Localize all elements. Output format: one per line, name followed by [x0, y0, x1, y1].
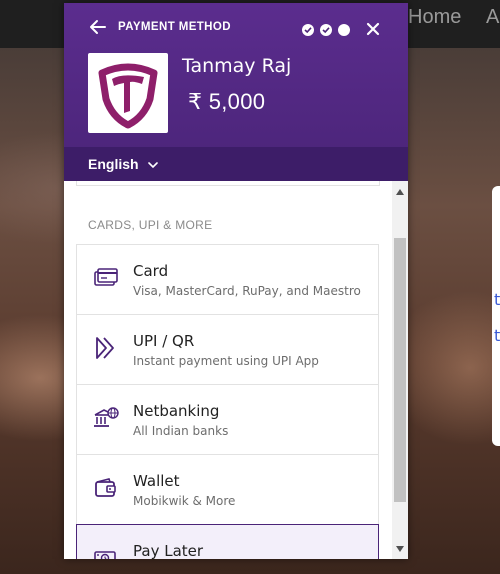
- pay-later-icon: [94, 551, 116, 559]
- payment-modal: PAYMENT METHOD Tanmay Raj ₹ 5,000 Englis…: [64, 3, 408, 559]
- scrollbar-thumb[interactable]: [394, 238, 406, 502]
- modal-title: PAYMENT METHOD: [118, 21, 231, 33]
- payment-method-subtitle: All Indian banks: [133, 424, 229, 438]
- merchant-logo: [88, 53, 168, 133]
- wallet-icon: [95, 478, 116, 497]
- bank-icon: [94, 407, 119, 427]
- scroll-down-arrow-icon[interactable]: [396, 546, 404, 552]
- payment-method-netbanking[interactable]: Netbanking All Indian banks: [76, 384, 379, 455]
- background-side-card-text: t: [494, 290, 500, 309]
- card-icon: [94, 268, 118, 286]
- scroll-up-arrow-icon[interactable]: [396, 189, 404, 195]
- payment-method-title: Pay Later: [133, 542, 204, 559]
- payment-method-title: Netbanking: [133, 402, 220, 420]
- payment-method-upi[interactable]: UPI / QR Instant payment using UPI App: [76, 314, 379, 385]
- back-arrow-icon[interactable]: [88, 17, 108, 37]
- language-label[interactable]: English: [88, 156, 139, 172]
- background-side-card: [492, 186, 500, 446]
- modal-header: PAYMENT METHOD Tanmay Raj ₹ 5,000 Englis…: [64, 3, 408, 181]
- step-complete-icon: [302, 24, 314, 36]
- payment-method-subtitle: Mobikwik & More: [133, 494, 236, 508]
- merchant-logo-icon: [98, 63, 158, 129]
- payment-method-title: Wallet: [133, 472, 180, 490]
- payment-amount: ₹ 5,000: [188, 89, 266, 114]
- scrollbar[interactable]: [392, 181, 408, 559]
- step-current-icon: [338, 24, 350, 36]
- upi-icon: [96, 337, 114, 359]
- payment-method-card[interactable]: Card Visa, MasterCard, RuPay, and Maestr…: [76, 244, 379, 315]
- section-label: CARDS, UPI & MORE: [88, 218, 213, 232]
- merchant-name: Tanmay Raj: [182, 55, 292, 77]
- payment-methods-panel: CARDS, UPI & MORE Card Visa, MasterCard,…: [64, 181, 392, 559]
- background-side-card-text: t: [494, 326, 500, 345]
- payment-method-subtitle: Visa, MasterCard, RuPay, and Maestro: [133, 284, 361, 298]
- language-selector[interactable]: English: [64, 147, 408, 181]
- payment-method-title: Card: [133, 262, 169, 280]
- payment-method-subtitle: Instant payment using UPI App: [133, 354, 319, 368]
- previous-section-edge: [76, 181, 380, 186]
- payment-method-pay-later[interactable]: Pay Later: [76, 524, 379, 559]
- background-nav-next[interactable]: A: [486, 6, 499, 29]
- payment-method-wallet[interactable]: Wallet Mobikwik & More: [76, 454, 379, 525]
- background-nav-home[interactable]: Home: [408, 6, 461, 29]
- step-complete-icon: [320, 24, 332, 36]
- close-icon[interactable]: [366, 22, 380, 36]
- chevron-down-icon[interactable]: [148, 162, 158, 169]
- payment-method-title: UPI / QR: [133, 332, 195, 350]
